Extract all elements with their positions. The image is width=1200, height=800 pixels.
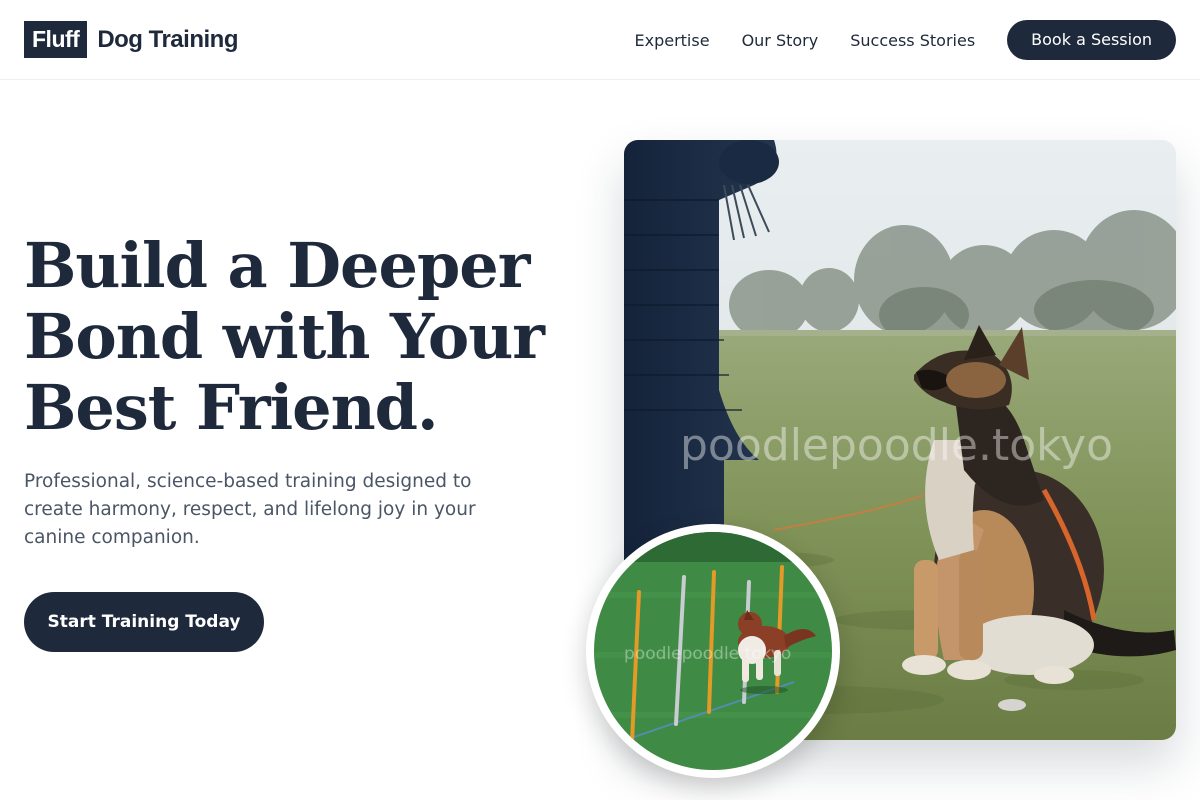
start-training-button[interactable]: Start Training Today	[24, 592, 264, 652]
hero-subtitle: Professional, science-based training des…	[24, 471, 476, 548]
nav-link-expertise[interactable]: Expertise	[635, 31, 710, 50]
nav-link-our-story[interactable]: Our Story	[742, 31, 819, 50]
main-photo-watermark: poodlepoodle.tokyo	[680, 420, 1114, 471]
main-nav: Expertise Our Story Success Stories Book…	[635, 20, 1176, 60]
site-header: Fluff Dog Training Expertise Our Story S…	[0, 0, 1200, 80]
logo-mark: Fluff	[24, 21, 88, 58]
logo-text: Dog Training	[97, 25, 238, 53]
book-session-button[interactable]: Book a Session	[1007, 20, 1176, 60]
nav-link-success-stories[interactable]: Success Stories	[850, 31, 975, 50]
hero-title-line: Build a Deeper	[24, 229, 530, 302]
hero-title: Build a Deeper Bond with Your Best Frien…	[24, 230, 584, 443]
hero-title-line: Bond with Your	[24, 300, 545, 373]
hero-title-line: Best Friend.	[24, 371, 439, 444]
brand-logo[interactable]: Fluff Dog Training	[24, 21, 238, 58]
inset-photo-watermark: poodlepoodle.tokyo	[624, 644, 792, 664]
